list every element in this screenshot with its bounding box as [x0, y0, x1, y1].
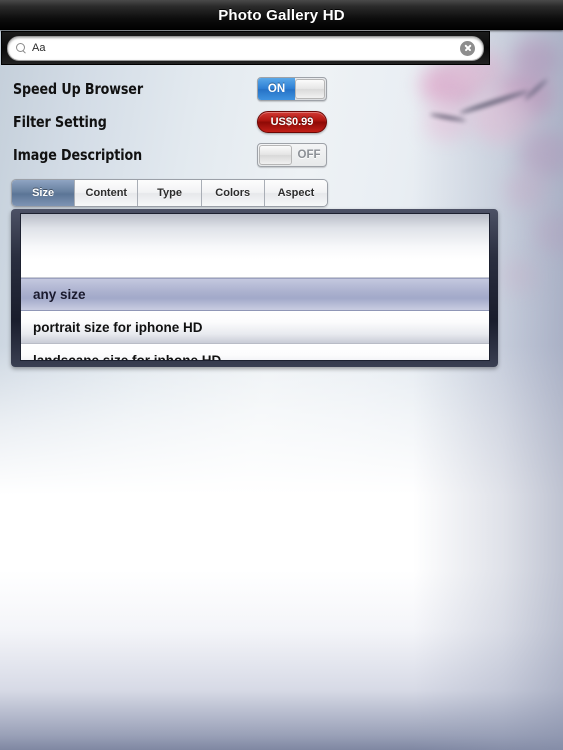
search-input[interactable]: Aa — [7, 35, 484, 61]
toggle-state-label: OFF — [297, 148, 321, 161]
title-bar: Photo Gallery HD — [0, 0, 563, 30]
toggle-off-segment: OFF — [292, 144, 326, 166]
list-item-landscape-size[interactable]: landscape size for iphone HD — [21, 344, 489, 361]
tab-label: Type — [157, 187, 182, 199]
list-item-label: landscape size for iphone HD — [33, 352, 222, 361]
search-input-value: Aa — [32, 42, 46, 54]
list-item-label: portrait size for iphone HD — [33, 319, 203, 335]
toggle-on-segment: ON — [258, 77, 295, 100]
search-icon — [16, 42, 27, 54]
tab-colors[interactable]: Colors — [201, 180, 265, 206]
toggle-knob — [295, 78, 325, 99]
speed-up-browser-toggle[interactable]: ON — [257, 76, 327, 101]
image-description-toggle[interactable]: OFF — [257, 142, 327, 167]
filter-setting-price-button[interactable]: US$0.99 — [257, 110, 327, 133]
setting-row-image-description: Image Description OFF — [0, 138, 340, 171]
app-window: Photo Gallery HD Aa Speed Up Browser ON … — [0, 0, 563, 750]
clear-search-icon[interactable] — [460, 40, 475, 56]
page-title: Photo Gallery HD — [218, 6, 345, 24]
price-button-label: US$0.99 — [270, 115, 314, 128]
tab-aspect[interactable]: Aspect — [264, 180, 327, 206]
settings-list: Speed Up Browser ON Filter Setting US$0.… — [0, 72, 340, 171]
tab-type[interactable]: Type — [138, 180, 202, 206]
setting-label: Image Description — [13, 145, 143, 164]
tab-label: Colors — [215, 187, 251, 199]
toggle-state-label: ON — [267, 82, 286, 95]
tab-label: Size — [32, 187, 55, 199]
search-bar: Aa — [1, 31, 490, 65]
setting-label: Filter Setting — [13, 112, 107, 131]
list-item-portrait-size[interactable]: portrait size for iphone HD — [21, 311, 489, 344]
size-option-list[interactable]: any size portrait size for iphone HD lan… — [20, 213, 490, 361]
tab-size[interactable]: Size — [12, 180, 76, 206]
tab-label: Content — [85, 187, 128, 199]
list-item-label: any size — [33, 287, 86, 302]
size-option-list-frame: any size portrait size for iphone HD lan… — [11, 209, 498, 367]
list-item-any-size[interactable]: any size — [21, 278, 489, 311]
setting-row-filter-setting: Filter Setting US$0.99 — [0, 105, 340, 138]
setting-row-speed-up-browser: Speed Up Browser ON — [0, 72, 340, 105]
toggle-knob — [259, 144, 292, 165]
tab-label: Aspect — [277, 187, 315, 199]
tab-content[interactable]: Content — [75, 180, 139, 206]
setting-label: Speed Up Browser — [13, 79, 143, 98]
filter-tab-bar: Size Content Type Colors Aspect — [11, 179, 328, 207]
list-blank-row — [21, 214, 489, 278]
background-right-shading — [413, 0, 563, 750]
